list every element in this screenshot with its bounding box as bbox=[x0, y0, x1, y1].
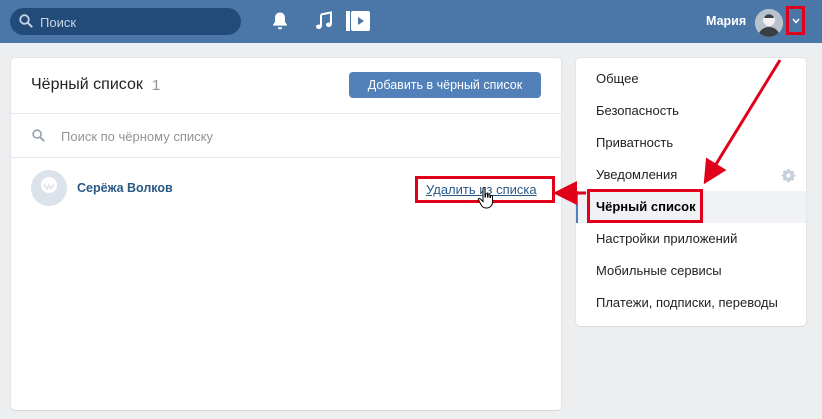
menu-item-app-settings[interactable]: Настройки приложений bbox=[576, 223, 806, 255]
menu-item-label: Безопасность bbox=[596, 103, 679, 118]
settings-menu: Общее Безопасность Приватность Уведомлен… bbox=[576, 58, 806, 326]
global-search-input[interactable] bbox=[38, 11, 237, 34]
menu-item-label: Уведомления bbox=[596, 167, 678, 182]
gear-icon[interactable] bbox=[781, 168, 796, 183]
menu-item-security[interactable]: Безопасность bbox=[576, 95, 806, 127]
blacklist-count: 1 bbox=[152, 77, 161, 94]
menu-item-privacy[interactable]: Приватность bbox=[576, 127, 806, 159]
menu-item-general[interactable]: Общее bbox=[576, 63, 806, 95]
hand-cursor-icon bbox=[477, 187, 493, 209]
menu-item-payments[interactable]: Платежи, подписки, переводы bbox=[576, 287, 806, 319]
add-to-blacklist-button[interactable]: Добавить в чёрный список bbox=[349, 72, 541, 98]
top-bar: Мария bbox=[0, 0, 822, 43]
user-avatar[interactable] bbox=[755, 9, 783, 37]
blocked-user-name[interactable]: Серёжа Волков bbox=[77, 181, 173, 195]
menu-item-label: Приватность bbox=[596, 135, 674, 150]
profile-menu-toggle[interactable] bbox=[786, 6, 805, 35]
active-indicator bbox=[576, 191, 578, 223]
bell-icon[interactable] bbox=[271, 11, 289, 31]
menu-item-label: Настройки приложений bbox=[596, 231, 738, 246]
divider bbox=[11, 157, 561, 158]
video-icon[interactable] bbox=[346, 11, 370, 31]
blacklist-panel: Чёрный список 1 Добавить в чёрный список… bbox=[11, 58, 561, 410]
avatar[interactable] bbox=[31, 170, 67, 206]
user-name[interactable]: Мария bbox=[706, 14, 746, 28]
menu-item-label: Мобильные сервисы bbox=[596, 263, 722, 278]
global-search[interactable] bbox=[10, 8, 241, 35]
menu-item-notifications[interactable]: Уведомления bbox=[576, 159, 806, 191]
music-icon[interactable] bbox=[315, 11, 333, 31]
menu-item-blacklist[interactable]: Чёрный список bbox=[576, 189, 806, 223]
menu-item-label: Чёрный список bbox=[596, 199, 696, 214]
page-title: Чёрный список bbox=[31, 76, 143, 93]
divider bbox=[11, 113, 561, 114]
menu-item-label: Общее bbox=[596, 71, 639, 86]
search-icon bbox=[19, 14, 33, 28]
menu-item-label: Платежи, подписки, переводы bbox=[596, 295, 778, 310]
menu-item-mobile-services[interactable]: Мобильные сервисы bbox=[576, 255, 806, 287]
chevron-down-icon bbox=[792, 18, 800, 24]
blacklist-search-input[interactable] bbox=[59, 124, 533, 148]
search-icon bbox=[32, 129, 45, 142]
